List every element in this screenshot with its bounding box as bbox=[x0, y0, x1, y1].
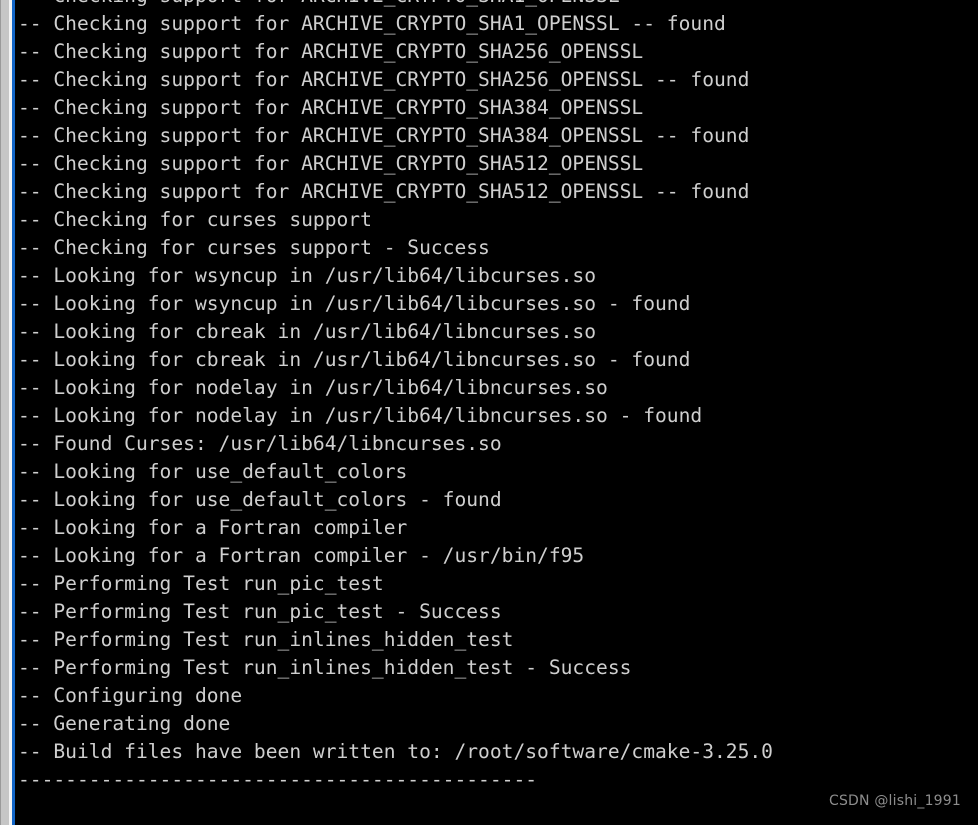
console-line: -- Checking support for ARCHIVE_CRYPTO_S… bbox=[18, 12, 726, 35]
terminal-window: -- Checking support for ARCHIVE_CRYPTO_S… bbox=[0, 0, 978, 825]
console-line: -- Checking support for ARCHIVE_CRYPTO_S… bbox=[18, 96, 644, 119]
console-line: -- Performing Test run_inlines_hidden_te… bbox=[18, 628, 514, 651]
console-output[interactable]: -- Checking support for ARCHIVE_CRYPTO_S… bbox=[15, 0, 978, 825]
console-line: -- Performing Test run_pic_test bbox=[18, 572, 384, 595]
console-line: -- Performing Test run_pic_test - Succes… bbox=[18, 600, 502, 623]
console-line: -- Checking support for ARCHIVE_CRYPTO_S… bbox=[18, 40, 644, 63]
console-line: -- Checking support for ARCHIVE_CRYPTO_S… bbox=[18, 180, 750, 203]
console-line: -- Looking for a Fortran compiler - /usr… bbox=[18, 544, 585, 567]
console-line: -- Looking for cbreak in /usr/lib64/libn… bbox=[18, 348, 691, 371]
console-line: -- Checking support for ARCHIVE_CRYPTO_S… bbox=[18, 152, 644, 175]
console-line: -- Found Curses: /usr/lib64/libncurses.s… bbox=[18, 432, 502, 455]
console-line: -- Looking for nodelay in /usr/lib64/lib… bbox=[18, 376, 608, 399]
console-line: -- Checking for curses support - Success bbox=[18, 236, 490, 259]
console-line: -- Looking for use_default_colors bbox=[18, 460, 408, 483]
console-line: -- Checking support for ARCHIVE_CRYPTO_S… bbox=[18, 68, 750, 91]
console-line: -- Performing Test run_inlines_hidden_te… bbox=[18, 656, 632, 679]
console-line: -- Build files have been written to: /ro… bbox=[18, 740, 773, 763]
console-line: -- Generating done bbox=[18, 712, 231, 735]
console-line: -- Looking for wsyncup in /usr/lib64/lib… bbox=[18, 264, 597, 287]
console-line: -- Looking for nodelay in /usr/lib64/lib… bbox=[18, 404, 703, 427]
console-line: -- Looking for a Fortran compiler bbox=[18, 516, 408, 539]
console-line: ----------------------------------------… bbox=[18, 768, 538, 791]
console-line: -- Looking for use_default_colors - foun… bbox=[18, 488, 502, 511]
console-line: -- Looking for wsyncup in /usr/lib64/lib… bbox=[18, 292, 691, 315]
console-line: -- Looking for cbreak in /usr/lib64/libn… bbox=[18, 320, 597, 343]
console-line: -- Checking for curses support bbox=[18, 208, 372, 231]
console-line-clipped: -- Checking support for ARCHIVE_CRYPTO_S… bbox=[15, 0, 978, 10]
window-gutter-gray bbox=[1, 0, 9, 825]
window-left-chrome bbox=[0, 0, 15, 825]
console-line: -- Checking support for ARCHIVE_CRYPTO_S… bbox=[18, 124, 750, 147]
console-line: -- Configuring done bbox=[18, 684, 243, 707]
csdn-watermark: CSDN @lishi_1991 bbox=[828, 793, 961, 809]
window-accent-blue-line bbox=[12, 0, 15, 825]
